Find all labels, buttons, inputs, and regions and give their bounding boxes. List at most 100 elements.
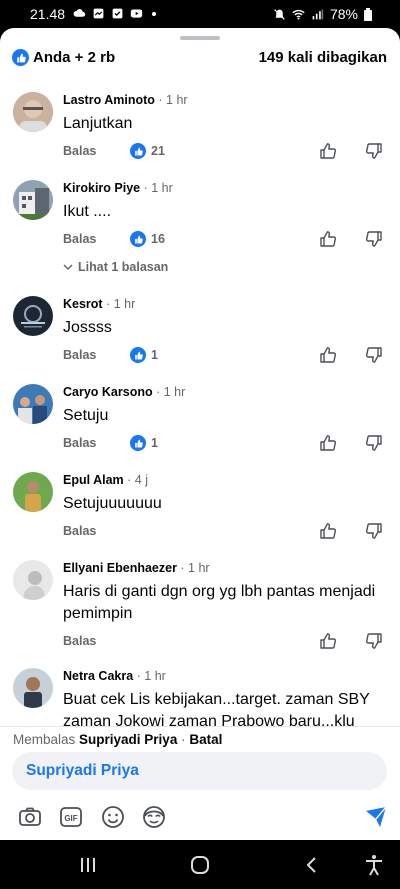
thumbs-down-icon[interactable] xyxy=(365,142,383,160)
comment-time: 1 hr xyxy=(113,297,136,311)
comment-time: 1 hr xyxy=(151,181,173,195)
thumbs-up-icon[interactable] xyxy=(319,230,337,248)
author-name[interactable]: Kirokiro Piye xyxy=(63,181,140,195)
signal-icon xyxy=(312,9,324,19)
shares-count[interactable]: 149 kali dibagikan xyxy=(259,49,387,66)
camera-icon[interactable] xyxy=(16,803,44,831)
reply-button[interactable]: Balas xyxy=(63,634,96,648)
comment-text: Buat cek Lis kebijakan...target. zaman S… xyxy=(63,691,370,726)
comment-author[interactable]: Epul Alam · 4 j xyxy=(63,473,148,487)
comment-text: Ikut .... xyxy=(63,203,112,220)
avatar-sticker-icon[interactable] xyxy=(140,803,168,831)
emoji-icon[interactable] xyxy=(99,803,127,831)
reactions-header: Anda + 2 rb 149 kali dibagikan xyxy=(0,46,400,70)
author-name[interactable]: Ellyani Ebenhaezer xyxy=(63,561,177,575)
replying-to-line: Membalas Supriyadi Priya · Batal xyxy=(13,732,223,747)
reply-composer: Membalas Supriyadi Priya · Batal Supriya… xyxy=(0,726,400,840)
like-count[interactable]: 21 xyxy=(130,143,165,159)
like-count-value: 21 xyxy=(151,144,165,158)
reply-button[interactable]: Balas xyxy=(63,348,96,362)
comment-item: Kirokiro Piye · 1 hr Ikut .... Balas 16 … xyxy=(0,168,400,284)
comment-text: Jossss xyxy=(63,319,112,336)
gif-icon[interactable]: GIF xyxy=(57,803,85,831)
comment-input[interactable]: Supriyadi Priya xyxy=(12,752,387,790)
thumbs-up-icon[interactable] xyxy=(319,632,337,650)
author-name[interactable]: Kesrot xyxy=(63,297,103,311)
cancel-reply-button[interactable]: Batal xyxy=(189,732,222,747)
comment-time: 1 hr xyxy=(188,561,210,575)
comments-sheet: Anda + 2 rb 149 kali dibagikan Lastro Am… xyxy=(0,28,400,840)
view-replies-label: Lihat 1 balasan xyxy=(78,260,169,274)
avatar[interactable] xyxy=(13,92,53,132)
like-count[interactable]: 1 xyxy=(130,435,158,451)
reply-button[interactable]: Balas xyxy=(63,232,96,246)
youtube-icon xyxy=(130,9,143,18)
reply-button[interactable]: Balas xyxy=(63,524,96,538)
thumbs-up-icon[interactable] xyxy=(319,522,337,540)
comment-time: 1 hr xyxy=(166,93,188,107)
comment-item: Netra Cakra · 1 hr Buat cek Lis kebijaka… xyxy=(0,656,400,726)
comment-item: Caryo Karsono · 1 hr Setuju Balas 1 xyxy=(0,372,400,460)
reply-button[interactable]: Balas xyxy=(63,144,96,158)
comment-author[interactable]: Caryo Karsono · 1 hr xyxy=(63,385,185,399)
cloud-icon xyxy=(73,9,86,17)
accessibility-icon[interactable] xyxy=(361,852,387,878)
view-replies-link[interactable]: Lihat 1 balasan xyxy=(63,260,168,274)
like-reaction-icon xyxy=(130,435,146,451)
like-count[interactable]: 1 xyxy=(130,347,158,363)
system-navigation-bar xyxy=(0,840,400,889)
author-name[interactable]: Lastro Aminoto xyxy=(63,93,155,107)
recent-apps-button[interactable] xyxy=(75,852,101,878)
comments-list[interactable]: Lastro Aminoto · 1 hr Lanjutkan Balas 21… xyxy=(0,80,400,726)
composer-toolbar: GIF xyxy=(0,799,400,835)
comment-item: Lastro Aminoto · 1 hr Lanjutkan Balas 21 xyxy=(0,80,400,168)
thumbs-down-icon[interactable] xyxy=(365,434,383,452)
like-count-value: 16 xyxy=(151,232,165,246)
mention-tag[interactable]: Supriyadi Priya xyxy=(26,762,139,780)
notification-icons xyxy=(73,7,156,20)
like-reaction-icon xyxy=(130,347,146,363)
back-button[interactable] xyxy=(299,852,325,878)
thumbs-down-icon[interactable] xyxy=(365,522,383,540)
sheet-grabber[interactable] xyxy=(180,36,220,40)
author-name[interactable]: Netra Cakra xyxy=(63,669,133,683)
thumbs-down-icon[interactable] xyxy=(365,632,383,650)
status-time: 21.48 xyxy=(30,6,66,22)
battery-icon xyxy=(364,7,372,21)
avatar[interactable] xyxy=(13,668,53,708)
comment-item: Ellyani Ebenhaezer · 1 hr Haris di ganti… xyxy=(0,548,400,656)
mute-icon xyxy=(274,8,285,20)
comment-text: Setujuuuuuuu xyxy=(63,495,162,512)
reply-button[interactable]: Balas xyxy=(63,436,96,450)
thumbs-down-icon[interactable] xyxy=(365,346,383,364)
send-icon[interactable] xyxy=(362,803,390,831)
avatar[interactable] xyxy=(13,560,53,600)
comment-author[interactable]: Ellyani Ebenhaezer · 1 hr xyxy=(63,561,210,575)
comment-item: Epul Alam · 4 j Setujuuuuuuu Balas xyxy=(0,460,400,548)
author-name[interactable]: Epul Alam xyxy=(63,473,124,487)
avatar[interactable] xyxy=(13,180,53,220)
comment-author[interactable]: Kesrot · 1 hr xyxy=(63,297,135,311)
comment-item: Kesrot · 1 hr Jossss Balas 1 xyxy=(0,284,400,372)
reactions-summary[interactable]: Anda + 2 rb xyxy=(33,49,115,66)
avatar[interactable] xyxy=(13,384,53,424)
svg-text:GIF: GIF xyxy=(64,814,77,823)
avatar[interactable] xyxy=(13,296,53,336)
thumbs-down-icon[interactable] xyxy=(365,230,383,248)
thumbs-up-icon[interactable] xyxy=(319,346,337,364)
comment-author[interactable]: Kirokiro Piye · 1 hr xyxy=(63,181,173,195)
home-button[interactable] xyxy=(187,852,213,878)
comment-text: Haris di ganti dgn org yg lbh pantas men… xyxy=(63,583,376,622)
like-reaction-icon xyxy=(12,49,29,66)
like-count[interactable]: 16 xyxy=(130,231,165,247)
avatar[interactable] xyxy=(13,472,53,512)
like-reaction-icon xyxy=(130,143,146,159)
comment-author[interactable]: Lastro Aminoto · 1 hr xyxy=(63,93,188,107)
author-name[interactable]: Caryo Karsono xyxy=(63,385,153,399)
thumbs-up-icon[interactable] xyxy=(319,142,337,160)
gallery-icon xyxy=(93,8,104,19)
battery-percentage: 78% xyxy=(329,6,358,22)
replying-to-name: Supriyadi Priya xyxy=(79,732,178,747)
comment-author[interactable]: Netra Cakra · 1 hr xyxy=(63,669,166,683)
thumbs-up-icon[interactable] xyxy=(319,434,337,452)
